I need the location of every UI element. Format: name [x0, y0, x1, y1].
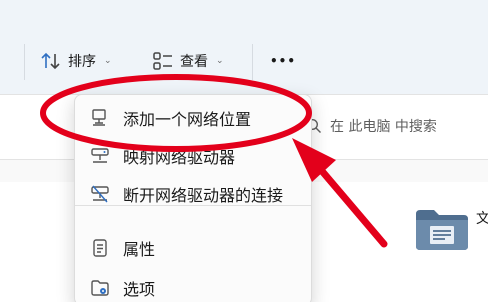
menu-item-disconnect-network-drive[interactable]: 断开网络驱动器的连接: [81, 175, 305, 213]
menu-item-label: 添加一个网络位置: [123, 110, 252, 129]
map-drive-icon: [89, 145, 111, 167]
search-input[interactable]: 在 此电脑 中搜索: [300, 108, 488, 144]
menu-item-label: 断开网络驱动器的连接: [123, 186, 284, 205]
options-icon: [89, 277, 111, 299]
network-location-icon: [89, 107, 111, 129]
view-button[interactable]: 查看 ⌄: [152, 46, 224, 76]
properties-icon: [89, 237, 111, 259]
menu-item-label: 属性: [123, 240, 156, 259]
folder-label: 文: [476, 211, 488, 227]
menu-item-label: 映射网络驱动器: [123, 148, 236, 167]
sort-icon: [41, 52, 60, 70]
menu-item-options[interactable]: 选项: [81, 269, 305, 302]
sort-button[interactable]: 排序 ⌄: [40, 46, 112, 76]
menu-separator: [75, 205, 311, 206]
menu-item-label: 选项: [123, 280, 156, 299]
more-icon: •••: [270, 54, 297, 68]
view-label: 查看: [180, 54, 208, 70]
toolbar-divider: [252, 44, 253, 80]
toolbar-divider: [24, 44, 25, 80]
chevron-down-icon: ⌄: [216, 56, 224, 66]
search-placeholder: 在 此电脑 中搜索: [330, 119, 437, 135]
documents-folder[interactable]: [414, 206, 470, 252]
menu-item-add-network-location[interactable]: 添加一个网络位置: [81, 99, 305, 137]
menu-item-properties[interactable]: 属性: [81, 229, 305, 267]
sort-label: 排序: [68, 54, 96, 70]
view-icon: [153, 52, 172, 70]
more-options-menu: 添加一个网络位置 映射网络驱动器 断开网络驱动器的连接 属性 选项: [74, 94, 312, 302]
chevron-down-icon: ⌄: [104, 56, 112, 66]
disconnect-drive-icon: [89, 183, 111, 205]
documents-folder-icon: [416, 210, 468, 250]
more-options-button[interactable]: •••: [270, 46, 296, 76]
menu-item-map-network-drive[interactable]: 映射网络驱动器: [81, 137, 305, 175]
